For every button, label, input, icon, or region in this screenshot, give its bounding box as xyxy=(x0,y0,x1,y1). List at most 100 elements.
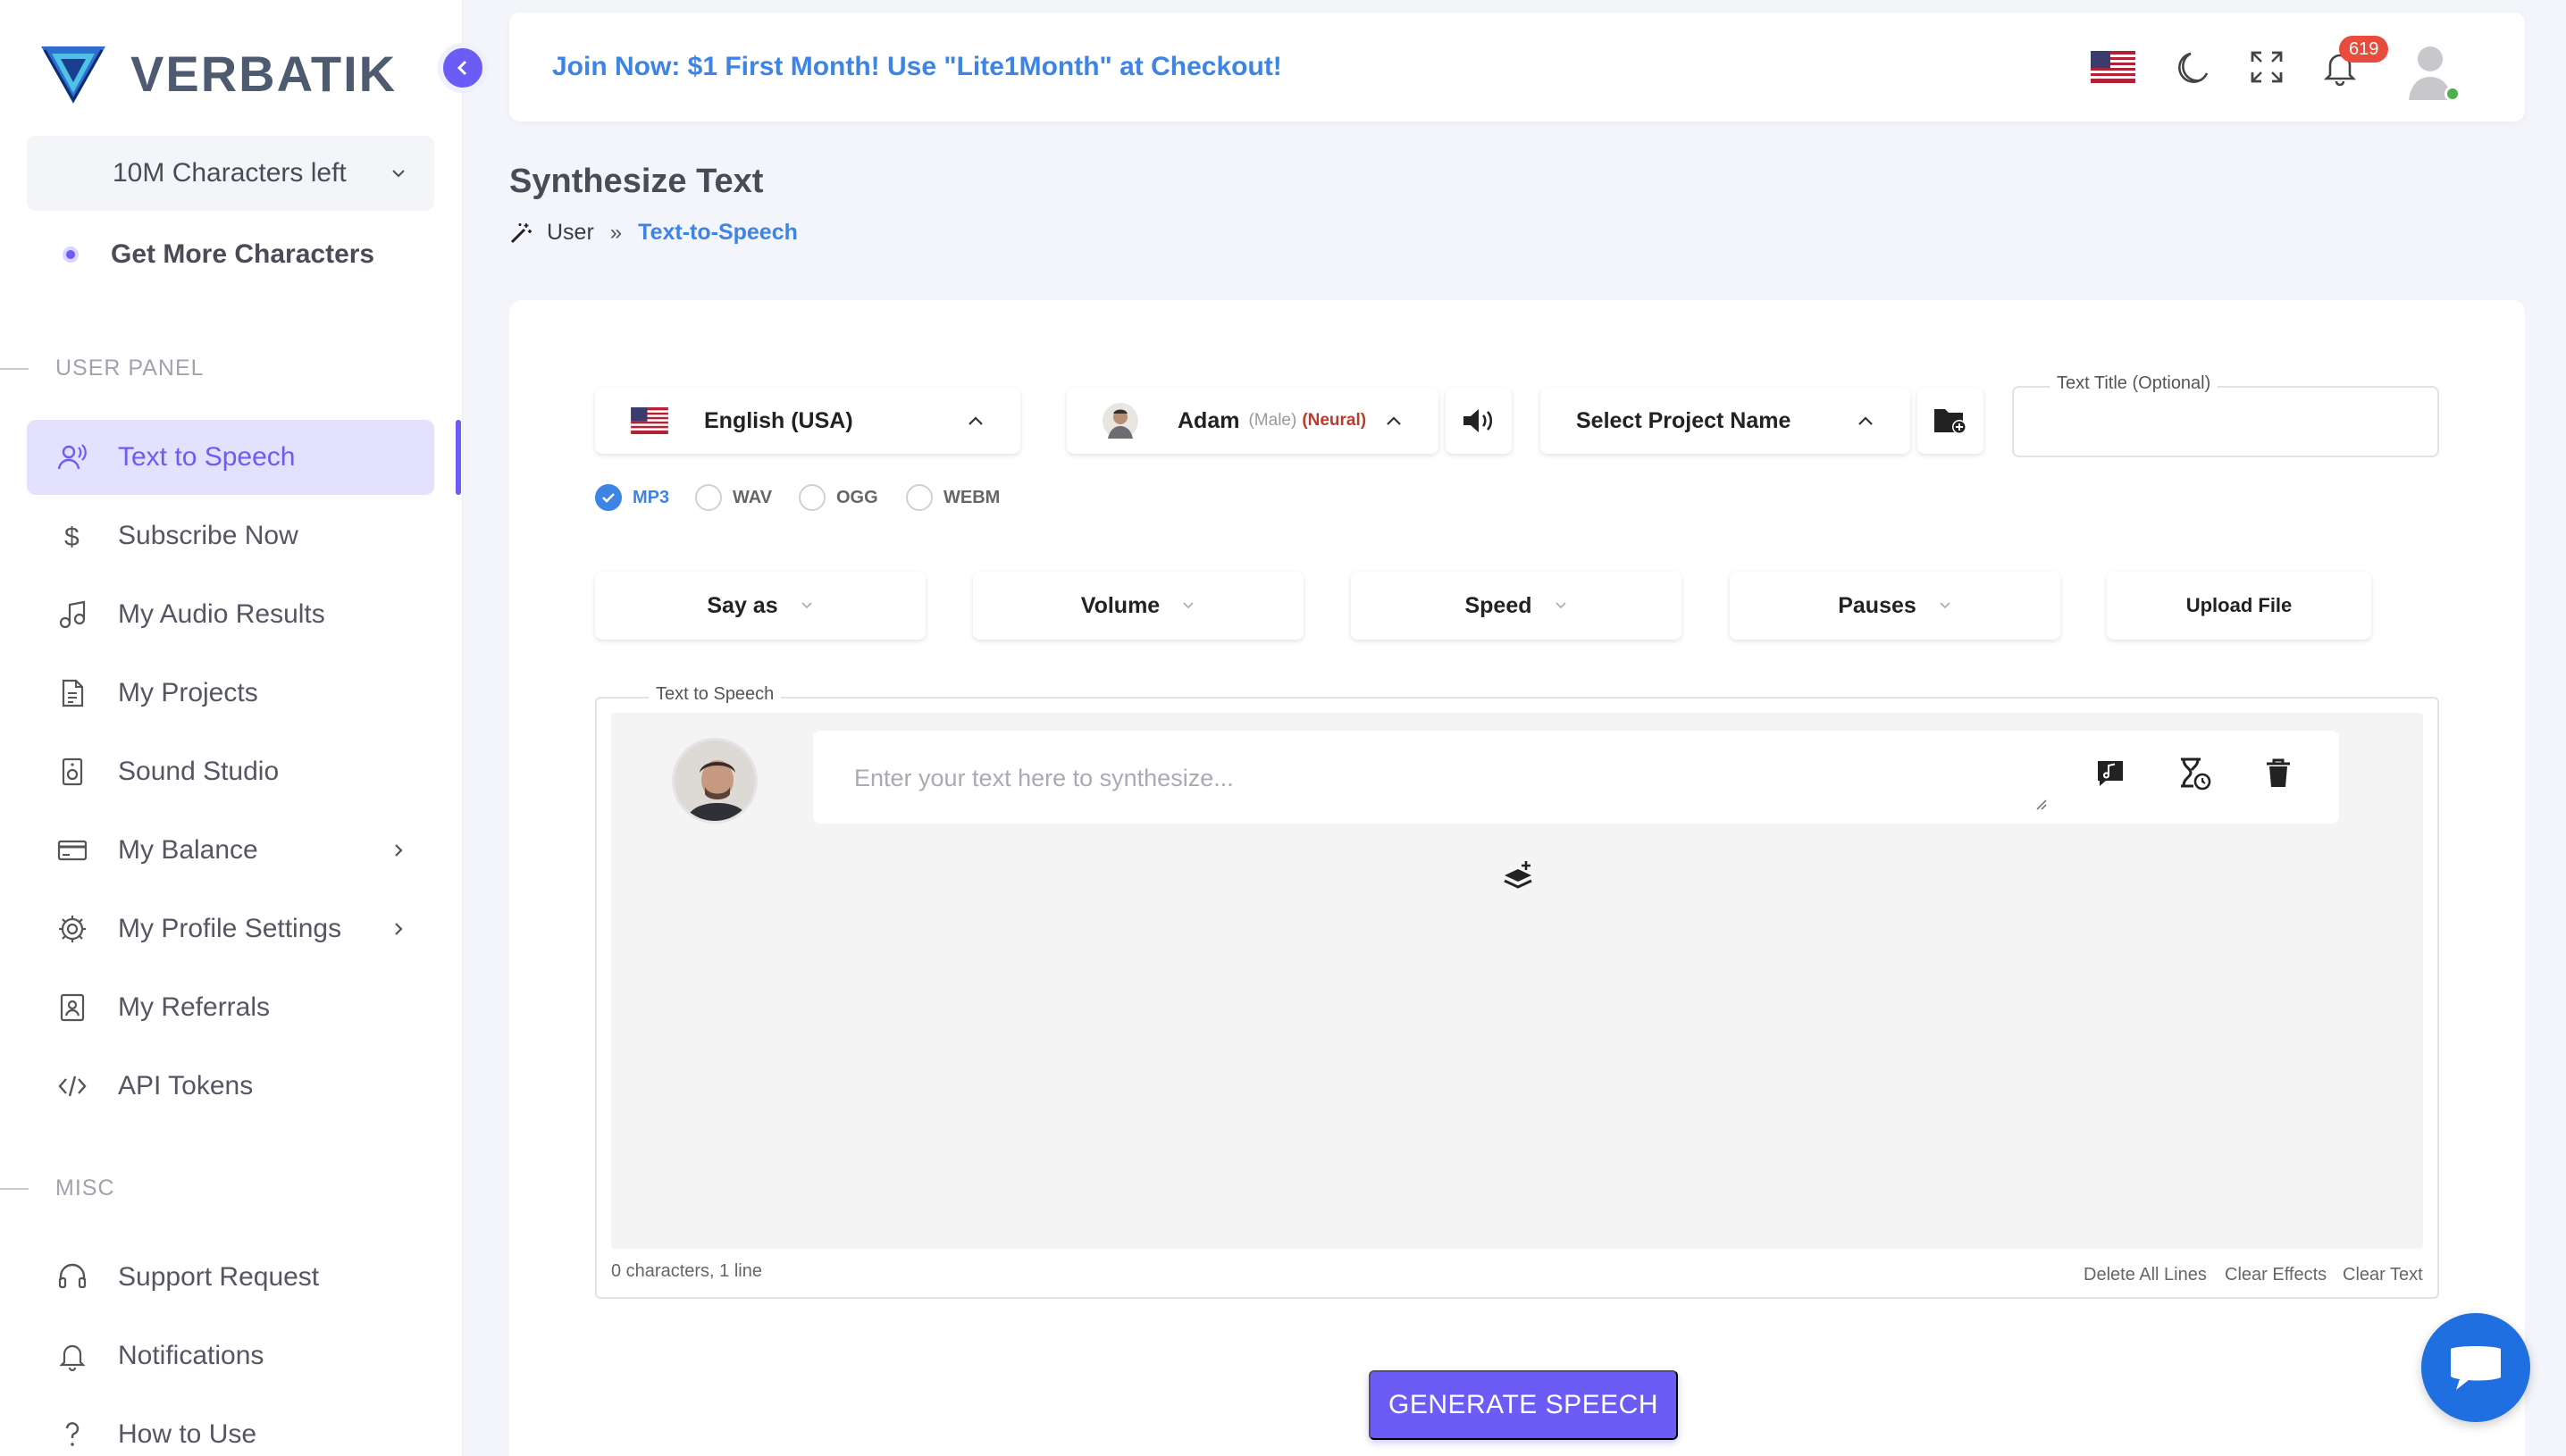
dollar-icon: $ xyxy=(64,523,80,551)
upload-file-button[interactable]: Upload File xyxy=(2107,572,2371,640)
pauses-dropdown[interactable]: Pauses xyxy=(1730,572,2060,640)
live-chat-button[interactable] xyxy=(2421,1313,2530,1422)
sidebar-item-notifications[interactable]: Notifications xyxy=(27,1318,434,1393)
sidebar-item-my-balance[interactable]: My Balance xyxy=(27,813,434,888)
divider xyxy=(0,1187,29,1190)
sidebar-item-my-audio-results[interactable]: My Audio Results xyxy=(27,577,434,652)
voice-avatar[interactable] xyxy=(672,738,758,824)
brand-logo[interactable]: VERBATIK xyxy=(39,41,397,105)
add-line-button[interactable] xyxy=(1501,859,1535,891)
format-radio-wav[interactable]: WAV xyxy=(695,484,772,511)
voice-type: (Neural) xyxy=(1302,411,1367,430)
collapse-sidebar-button[interactable] xyxy=(438,43,488,93)
sidebar-item-support-request[interactable]: Support Request xyxy=(27,1240,434,1315)
resize-handle-icon[interactable] xyxy=(2034,797,2048,811)
chevron-down-icon xyxy=(1183,602,1194,609)
add-pause-button[interactable] xyxy=(2176,756,2212,791)
sidebar-item-api-tokens[interactable]: API Tokens xyxy=(27,1049,434,1124)
sidebar-item-label: My Referrals xyxy=(118,992,271,1022)
sidebar-item-subscribe-now[interactable]: $ Subscribe Now xyxy=(27,498,434,573)
delete-all-lines-link[interactable]: Delete All Lines xyxy=(2084,1265,2207,1285)
chat-bubble-icon xyxy=(2451,1346,2501,1390)
question-icon xyxy=(65,1422,80,1446)
preview-voice-button[interactable] xyxy=(1446,388,1512,454)
breadcrumb-root[interactable]: User xyxy=(547,220,594,246)
delete-line-button[interactable] xyxy=(2260,756,2296,791)
chevron-up-icon xyxy=(1858,416,1873,425)
generate-speech-button[interactable]: GENERATE SPEECH xyxy=(1369,1370,1678,1440)
voice-name: Adam xyxy=(1178,407,1240,433)
expand-icon xyxy=(2251,51,2283,83)
format-radio-mp3[interactable]: MP3 xyxy=(595,484,669,511)
chevron-down-icon xyxy=(392,170,405,178)
format-radio-ogg[interactable]: OGG xyxy=(799,484,878,511)
character-count: 0 characters, 1 line xyxy=(611,1261,762,1281)
moon-icon xyxy=(2178,52,2209,83)
sidebar-item-how-to-use[interactable]: How to Use xyxy=(27,1397,434,1456)
fullscreen-button[interactable] xyxy=(2244,45,2289,89)
text-title-field[interactable] xyxy=(2012,386,2439,457)
divider xyxy=(0,367,29,370)
sidebar-item-label: Notifications xyxy=(118,1341,264,1370)
sidebar-item-my-projects[interactable]: My Projects xyxy=(27,656,434,731)
chevron-right-icon xyxy=(395,923,403,935)
music-note-icon xyxy=(59,600,86,629)
trash-icon xyxy=(2267,758,2290,787)
sidebar-item-my-referrals[interactable]: My Referrals xyxy=(27,970,434,1045)
language-select[interactable]: English (USA) xyxy=(595,388,1020,454)
volume-dropdown[interactable]: Volume xyxy=(973,572,1304,640)
page-title: Synthesize Text xyxy=(509,163,764,200)
add-effect-button[interactable] xyxy=(2092,756,2128,791)
characters-left-dropdown[interactable]: 10M Characters left xyxy=(27,136,434,211)
format-label: OGG xyxy=(836,487,878,507)
gear-icon xyxy=(59,916,86,942)
upload-file-label: Upload File xyxy=(2185,594,2293,616)
text-title-label: Text Title (Optional) xyxy=(2050,373,2218,394)
chevron-up-icon xyxy=(969,416,983,425)
bullet-dot-icon xyxy=(63,247,79,263)
radio-icon xyxy=(695,484,722,511)
add-project-button[interactable] xyxy=(1917,388,1983,454)
sidebar-item-text-to-speech[interactable]: Text to Speech xyxy=(27,420,434,495)
radio-icon xyxy=(799,484,826,511)
active-indicator xyxy=(456,420,461,495)
verbatik-logo-icon xyxy=(41,46,105,104)
sidebar-item-label: API Tokens xyxy=(118,1071,254,1100)
get-more-characters-link[interactable]: Get More Characters xyxy=(63,239,374,270)
folder-add-icon xyxy=(1934,409,1966,434)
microphone-user-icon xyxy=(57,444,87,470)
chevron-down-icon xyxy=(1555,602,1566,609)
speed-dropdown[interactable]: Speed xyxy=(1351,572,1681,640)
breadcrumb: User » Text-to-Speech xyxy=(509,220,798,246)
clear-text-link[interactable]: Clear Text xyxy=(2343,1265,2423,1285)
notification-count-badge: 619 xyxy=(2339,36,2389,63)
speaker-icon xyxy=(62,757,83,786)
chevron-down-icon xyxy=(801,602,812,609)
sidebar-item-sound-studio[interactable]: Sound Studio xyxy=(27,734,434,809)
speed-label: Speed xyxy=(1464,592,1532,618)
format-radio-webm[interactable]: WEBM xyxy=(906,484,1000,511)
sidebar-item-label: My Balance xyxy=(118,835,258,865)
text-input-placeholder: Enter your text here to synthesize... xyxy=(854,765,1234,791)
pauses-label: Pauses xyxy=(1838,592,1916,618)
radio-icon xyxy=(906,484,933,511)
section-misc: MISC xyxy=(0,1176,115,1201)
voice-select[interactable]: Adam (Male) (Neural) xyxy=(1067,388,1438,454)
format-label: WEBM xyxy=(943,487,1001,507)
dark-mode-toggle[interactable] xyxy=(2171,45,2216,89)
brand-name: VERBATIK xyxy=(130,45,398,102)
say-as-dropdown[interactable]: Say as xyxy=(595,572,926,640)
promo-banner-link[interactable]: Join Now: $1 First Month! Use "Lite1Mont… xyxy=(552,52,1282,82)
say-as-label: Say as xyxy=(707,592,778,618)
breadcrumb-current[interactable]: Text-to-Speech xyxy=(638,220,798,246)
language-flag-button[interactable] xyxy=(2091,45,2135,89)
message-music-icon xyxy=(2098,761,2123,786)
clear-effects-link[interactable]: Clear Effects xyxy=(2225,1265,2327,1285)
characters-left-label: 10M Characters left xyxy=(113,158,347,188)
sidebar-item-my-profile-settings[interactable]: My Profile Settings xyxy=(27,891,434,966)
project-select[interactable]: Select Project Name xyxy=(1540,388,1910,454)
chevron-up-icon xyxy=(1387,416,1401,425)
layers-plus-icon xyxy=(1504,861,1532,889)
sidebar-item-label: Sound Studio xyxy=(118,757,280,786)
voice-avatar-icon xyxy=(1103,403,1138,439)
